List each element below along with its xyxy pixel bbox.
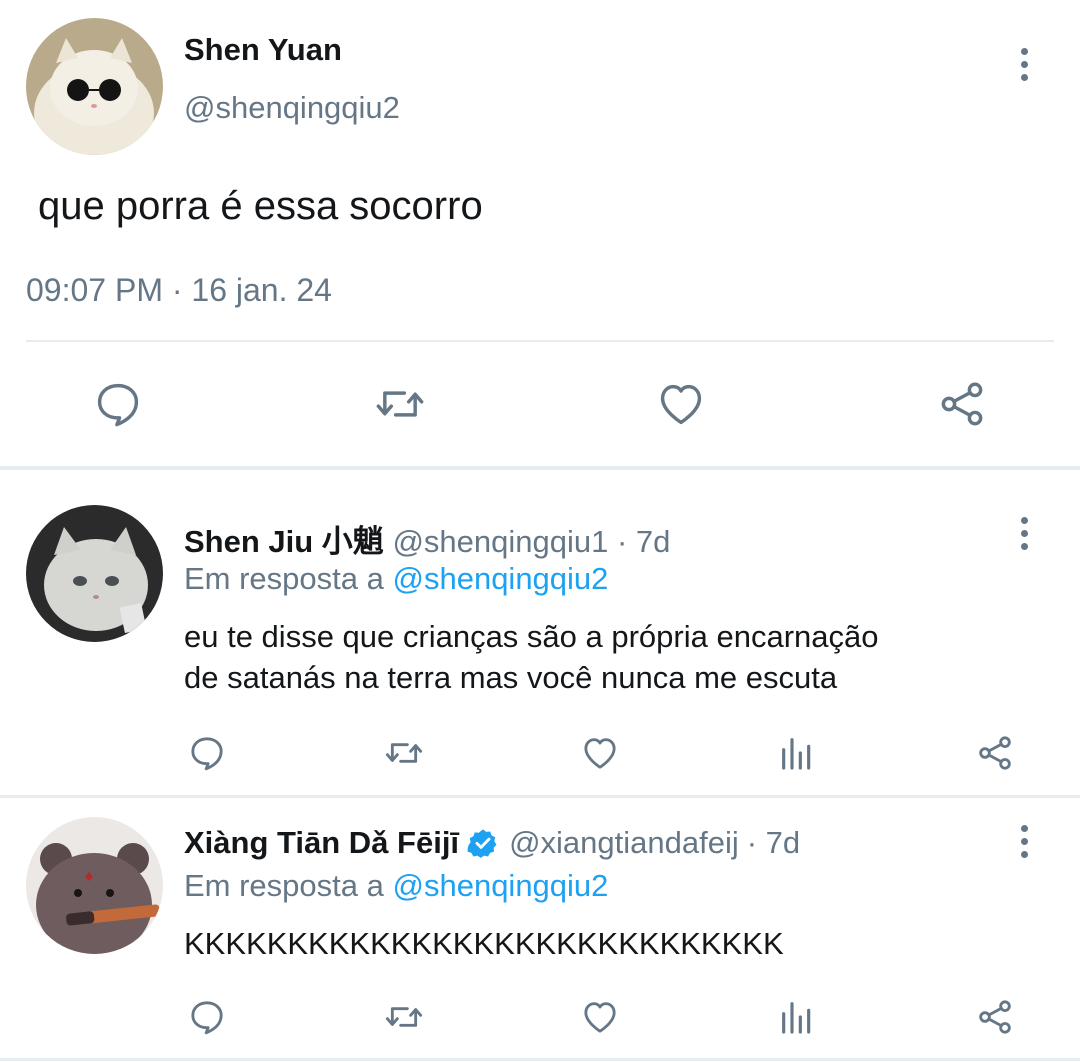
more-options-icon[interactable] <box>1017 825 1031 858</box>
divider <box>26 340 1054 342</box>
mention-link[interactable]: @shenqingqiu2 <box>393 561 609 596</box>
display-name[interactable]: Xiàng Tiān Dǎ Fēijī <box>184 825 459 861</box>
section-divider <box>0 1058 1080 1061</box>
reply-prefix: Em resposta a <box>184 868 384 903</box>
reply-icon[interactable] <box>186 732 228 774</box>
tweet-text-line: KKKKKKKKKKKKKKKKKKKKKKKKKKKKK <box>184 926 784 961</box>
avatar[interactable] <box>26 817 163 954</box>
avatar[interactable] <box>26 505 163 642</box>
analytics-icon[interactable] <box>776 732 818 774</box>
handle[interactable]: @xiangtiandafeij <box>509 825 739 861</box>
timestamp[interactable]: 09:07 PM · 16 jan. 24 <box>26 272 332 309</box>
reply-header: Shen Jiu 小魈 @shenqingqiu1 · 7d <box>184 516 670 561</box>
display-name[interactable]: Shen Jiu 小魈 <box>184 524 384 559</box>
handle[interactable]: @shenqingqiu1 <box>392 524 608 559</box>
reply-prefix: Em resposta a <box>184 561 384 596</box>
section-divider <box>0 466 1080 470</box>
verified-badge-icon <box>467 827 499 859</box>
reply-icon[interactable] <box>186 996 228 1038</box>
like-icon[interactable] <box>579 996 621 1038</box>
tweet-text-line: eu te disse que crianças são a própria e… <box>184 619 879 654</box>
tweet-age: · 7d <box>616 524 671 559</box>
like-icon[interactable] <box>579 732 621 774</box>
more-options-icon[interactable] <box>1017 517 1031 550</box>
reply-context: Em resposta a @shenqingqiu2 <box>184 868 608 904</box>
retweet-icon[interactable] <box>381 996 427 1038</box>
reply-icon[interactable] <box>90 376 146 432</box>
analytics-icon[interactable] <box>776 996 818 1038</box>
retweet-icon[interactable] <box>370 376 430 432</box>
section-divider <box>0 795 1080 798</box>
retweet-icon[interactable] <box>381 732 427 774</box>
more-options-icon[interactable] <box>1017 48 1031 81</box>
like-icon[interactable] <box>653 376 709 432</box>
share-icon[interactable] <box>934 376 990 432</box>
share-icon[interactable] <box>974 732 1016 774</box>
reply-context: Em resposta a @shenqingqiu2 <box>184 561 608 597</box>
avatar[interactable] <box>26 18 163 155</box>
handle[interactable]: @shenqingqiu2 <box>184 90 400 126</box>
reply-header: Xiàng Tiān Dǎ Fēijī @xiangtiandafeij · 7… <box>184 825 800 861</box>
share-icon[interactable] <box>974 996 1016 1038</box>
tweet-text-line: de satanás na terra mas você nunca me es… <box>184 660 838 695</box>
tweet-age: · 7d <box>746 825 801 860</box>
display-name[interactable]: Shen Yuan <box>184 32 342 68</box>
mention-link[interactable]: @shenqingqiu2 <box>393 868 609 903</box>
tweet-text: que porra é essa socorro <box>38 184 483 228</box>
